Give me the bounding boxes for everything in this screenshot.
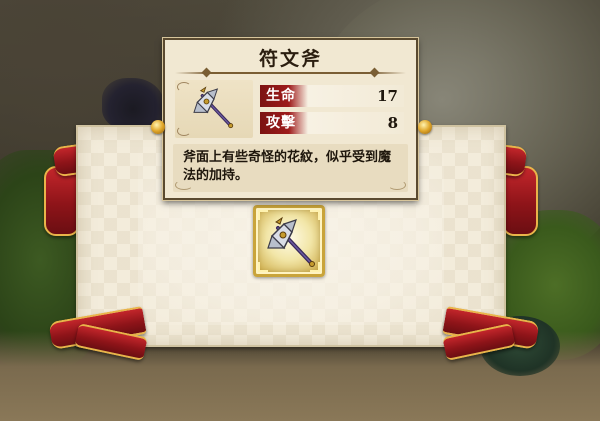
rune-axe-icon [193, 86, 234, 129]
stat-row-attack: 攻擊 8 [260, 112, 404, 134]
stat-label: 攻擊 [260, 112, 308, 134]
item-tooltip: 符文斧 生命 17 攻擊 8 斧面上有些奇怪的花紋，似乎受到魔法的加持。 [163, 38, 418, 200]
item-description: 斧面上有些奇怪的花紋，似乎受到魔法的加持。 [183, 150, 392, 183]
gold-ornament [151, 120, 165, 134]
ribbon-bottom-right [440, 296, 540, 366]
item-icon-frame [175, 80, 253, 138]
stat-label: 生命 [260, 85, 308, 107]
item-slot[interactable] [253, 205, 325, 277]
ribbon-bottom-left [48, 296, 150, 366]
item-description-box: 斧面上有些奇怪的花紋，似乎受到魔法的加持。 [173, 144, 408, 192]
stat-value: 17 [377, 87, 398, 105]
stat-value: 8 [387, 114, 398, 132]
gold-ornament [418, 120, 432, 134]
title-divider [175, 72, 406, 74]
stat-row-hp: 生命 17 [260, 85, 404, 107]
item-name: 符文斧 [258, 48, 322, 70]
rune-axe-icon [267, 216, 315, 267]
